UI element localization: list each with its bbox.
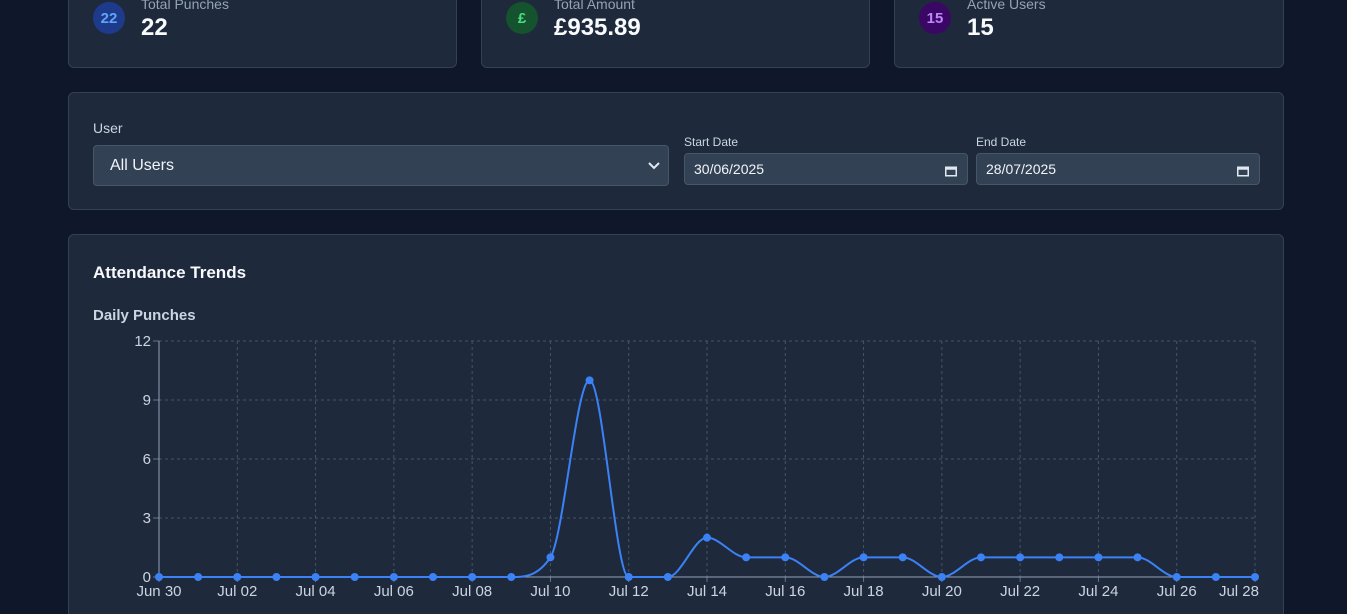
- data-point[interactable]: [1016, 553, 1025, 562]
- data-point[interactable]: [1172, 573, 1181, 581]
- calendar-icon[interactable]: [945, 164, 957, 177]
- data-point[interactable]: [742, 553, 751, 562]
- x-tick-label: Jul 12: [609, 583, 649, 600]
- data-point[interactable]: [429, 573, 437, 581]
- users-count-icon: 15: [919, 2, 951, 34]
- data-point[interactable]: [194, 573, 203, 581]
- x-tick-label: Jul 24: [1078, 583, 1118, 600]
- data-point[interactable]: [507, 573, 516, 581]
- data-point[interactable]: [977, 553, 985, 562]
- y-tick-label: 3: [143, 510, 151, 527]
- y-tick-label: 9: [143, 392, 151, 409]
- data-point[interactable]: [389, 573, 398, 581]
- data-point[interactable]: [1133, 553, 1142, 562]
- data-point[interactable]: [781, 553, 790, 562]
- dashboard-page: 22 Total Punches 22 £ Total Amount £935.…: [0, 0, 1347, 614]
- start-date-value: 30/06/2025: [694, 161, 765, 177]
- y-tick-label: 12: [134, 333, 151, 350]
- attendance-trends-card: Attendance Trends Daily Punches 0 3 6 9 12 Ju…: [68, 234, 1284, 614]
- data-point[interactable]: [820, 573, 829, 581]
- filter-panel: User All Users Start Date 30/06/2025 End…: [68, 92, 1284, 210]
- data-point[interactable]: [155, 573, 163, 581]
- end-date-input[interactable]: 28/07/2025: [976, 153, 1260, 185]
- stat-label: Total Punches: [141, 0, 229, 12]
- x-tick-label: Jul 14: [687, 583, 727, 600]
- data-point[interactable]: [311, 573, 320, 581]
- daily-punches-chart: 036912Jun 30 Jul 02 Jul 04 Jul 06 Jul 08 Jul …: [134, 333, 1259, 600]
- user-select[interactable]: All Users: [93, 145, 669, 186]
- data-point[interactable]: [624, 573, 633, 581]
- data-point[interactable]: [468, 573, 477, 581]
- calendar-icon[interactable]: [1237, 164, 1249, 177]
- data-point[interactable]: [859, 553, 868, 562]
- x-tick-label: Jul 26: [1157, 583, 1197, 600]
- x-tick-label: Jul 08: [452, 583, 492, 600]
- stat-value: 22: [141, 14, 168, 41]
- x-tick-label: Jul 02: [217, 583, 257, 600]
- punches-count-icon: 22: [93, 2, 125, 34]
- x-tick-label: Jul 18: [844, 583, 884, 600]
- chevron-down-icon: [648, 159, 660, 173]
- x-tick-label: Jul 22: [1000, 583, 1040, 600]
- end-date-value: 28/07/2025: [986, 161, 1057, 177]
- data-point[interactable]: [546, 553, 555, 562]
- x-tick-label: Jun 30: [136, 583, 181, 600]
- data-point[interactable]: [937, 573, 946, 581]
- x-tick-label: Jul 28: [1219, 583, 1259, 600]
- data-point[interactable]: [663, 573, 672, 581]
- data-point[interactable]: [585, 376, 594, 385]
- user-select-value: All Users: [110, 156, 175, 174]
- stat-label: Total Amount: [554, 0, 635, 12]
- stat-value: 15: [967, 14, 994, 41]
- stat-label: Active Users: [967, 0, 1046, 12]
- x-tick-label: Jul 10: [530, 583, 570, 600]
- start-date-label: Start Date: [684, 135, 739, 149]
- stat-card-total-punches: 22 Total Punches 22: [68, 0, 457, 68]
- pound-icon: £: [506, 2, 538, 34]
- x-tick-label: Jul 20: [922, 583, 962, 600]
- data-point[interactable]: [898, 553, 907, 562]
- start-date-input[interactable]: 30/06/2025: [684, 153, 968, 185]
- data-point[interactable]: [703, 533, 711, 542]
- data-point[interactable]: [233, 573, 242, 581]
- data-point[interactable]: [1211, 573, 1220, 581]
- stat-card-total-amount: £ Total Amount £935.89: [481, 0, 870, 68]
- x-tick-label: Jul 16: [765, 583, 805, 600]
- user-filter-label: User: [93, 120, 123, 136]
- stat-value: £935.89: [554, 14, 641, 41]
- data-point[interactable]: [272, 573, 281, 581]
- chart-axes: 036912Jun 30 Jul 02 Jul 04 Jul 06 Jul 08 Jul …: [134, 333, 1259, 600]
- stat-card-active-users: 15 Active Users 15: [894, 0, 1284, 68]
- x-tick-label: Jul 04: [296, 583, 336, 600]
- y-tick-label: 6: [143, 451, 151, 468]
- data-point[interactable]: [350, 573, 359, 581]
- data-point[interactable]: [1094, 553, 1103, 562]
- end-date-label: End Date: [976, 135, 1027, 149]
- data-point[interactable]: [1055, 553, 1064, 562]
- x-tick-label: Jul 06: [374, 583, 414, 600]
- data-point[interactable]: [1251, 573, 1259, 581]
